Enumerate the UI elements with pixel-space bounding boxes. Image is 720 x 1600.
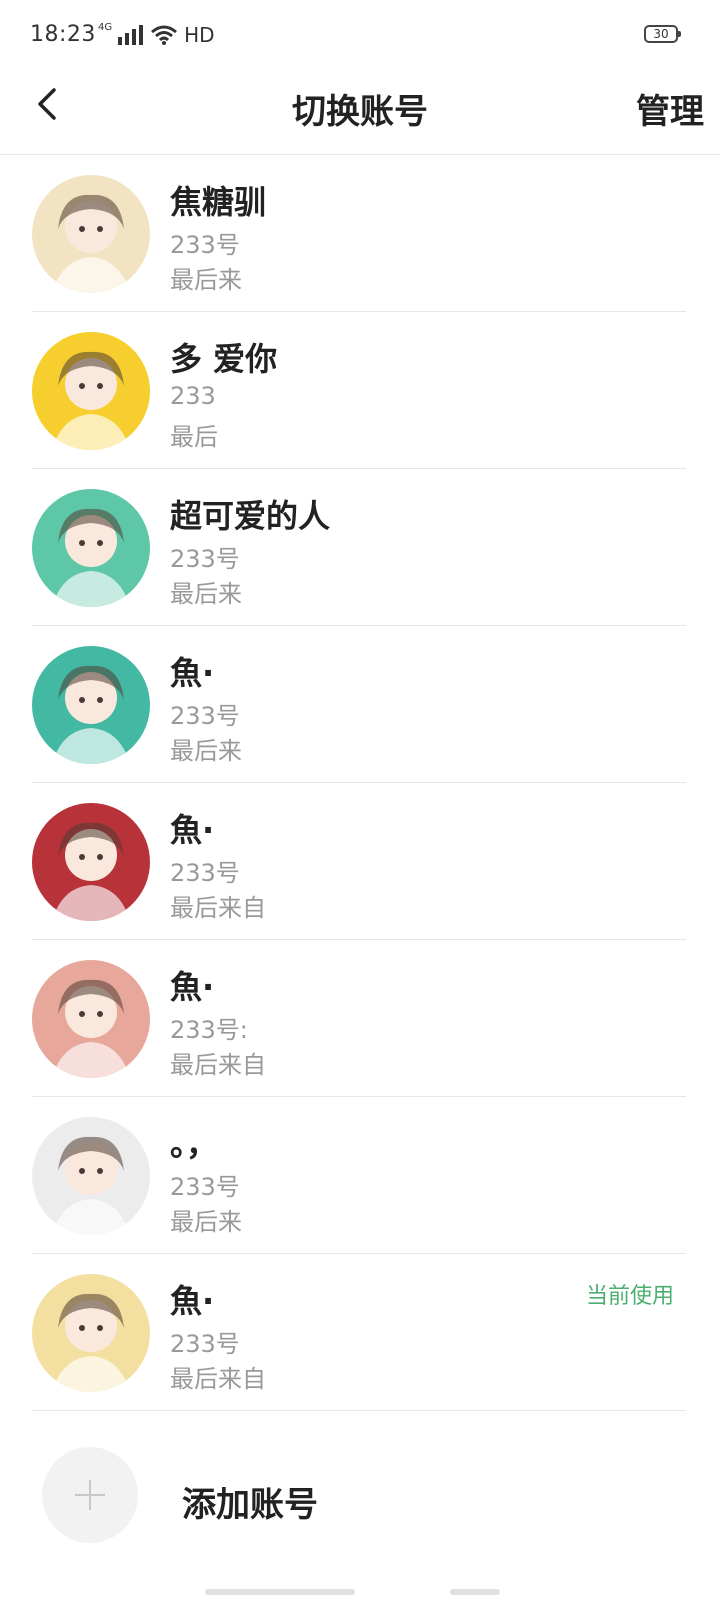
account-id: 233号 [170, 859, 240, 887]
avatar-illustration [52, 822, 130, 921]
account-last-login: 最后 [170, 423, 218, 451]
account-last-login: 最后来自 [170, 1365, 266, 1393]
account-name: 魚· [170, 968, 215, 1006]
current-account-badge: 当前使用 [585, 1284, 674, 1309]
account-item[interactable]: 。， 233号最后来 [0, 1097, 720, 1254]
home-indicator-secondary [450, 1589, 500, 1595]
avatar-illustration [52, 665, 130, 764]
avatar-illustration [52, 194, 130, 293]
account-id: 233号 [170, 545, 240, 573]
avatar [32, 646, 150, 764]
account-id: 233号 [170, 702, 240, 730]
add-icon [42, 1447, 138, 1543]
account-name: 魚· [170, 654, 215, 692]
account-list: 焦糖驯 233号 最后来多 爱你 233 最后 超可爱的人 233号 最后来 魚· 233号 最后来… [0, 155, 720, 1411]
account-id: 233号 [170, 1330, 240, 1358]
avatar [32, 803, 150, 921]
account-item[interactable]: 多 爱你 233 最后 [0, 312, 720, 469]
add-account-label: 添加账号 [182, 1485, 318, 1525]
account-name: 魚· [170, 1282, 215, 1320]
account-name: 超可爱的人 [170, 497, 331, 535]
account-id: 233号: [170, 1016, 248, 1044]
account-last-login: 最后来 [170, 266, 242, 294]
avatar [32, 332, 150, 450]
account-id: 233号 [170, 231, 240, 259]
nav-bar: 切换账号 管理 [0, 70, 720, 155]
avatar-illustration [52, 508, 130, 607]
avatar-illustration [52, 979, 130, 1078]
account-name: 多 爱你 [170, 340, 278, 378]
wifi-icon [151, 25, 178, 45]
avatar-illustration [52, 1293, 130, 1392]
account-last-login: 最后来 [170, 1208, 242, 1236]
avatar-illustration [52, 351, 130, 450]
avatar [32, 1274, 150, 1392]
battery-level: 30 [653, 27, 669, 41]
account-last-login: 最后来自 [170, 894, 266, 922]
account-name: 魚· [170, 811, 215, 849]
account-item[interactable]: 超可爱的人 233号最后来 [0, 469, 720, 626]
home-indicator [205, 1589, 355, 1595]
page-title: 切换账号 [292, 92, 428, 132]
account-last-login: 最后来自 [170, 1051, 266, 1079]
status-bar: 18:23 4G HD 30 [0, 0, 720, 70]
account-item[interactable]: 魚· 233号最后来自 当前使用 [0, 1254, 720, 1411]
account-id: 233 [170, 382, 216, 410]
add-account-button[interactable]: 添加账号 [0, 1415, 720, 1585]
account-item[interactable]: 魚· 233号最后来自 [0, 783, 720, 940]
divider [32, 1410, 686, 1411]
account-item[interactable]: 魚· 233号: 最后来自 [0, 940, 720, 1097]
battery-icon: 30 [644, 25, 681, 43]
signal-type-label: 4G [98, 21, 113, 33]
account-item[interactable]: 魚· 233号最后来 [0, 626, 720, 783]
account-name: 焦糖驯 [170, 183, 267, 221]
avatar [32, 175, 150, 293]
account-item[interactable]: 焦糖驯 233号最后来 [0, 155, 720, 312]
hd-label: HD [184, 23, 215, 47]
manage-button[interactable]: 管理 [636, 84, 704, 133]
account-last-login: 最后来 [170, 580, 242, 608]
account-name: 。， [170, 1125, 219, 1163]
avatar-illustration [52, 1136, 130, 1235]
avatar [32, 489, 150, 607]
cellular-signal-icon [118, 25, 144, 45]
avatar [32, 960, 150, 1078]
avatar [32, 1117, 150, 1235]
account-last-login: 最后来 [170, 737, 242, 765]
status-time: 18:23 [30, 22, 96, 47]
status-icons: 4G HD [98, 22, 215, 48]
account-id: 233号 [170, 1173, 240, 1201]
